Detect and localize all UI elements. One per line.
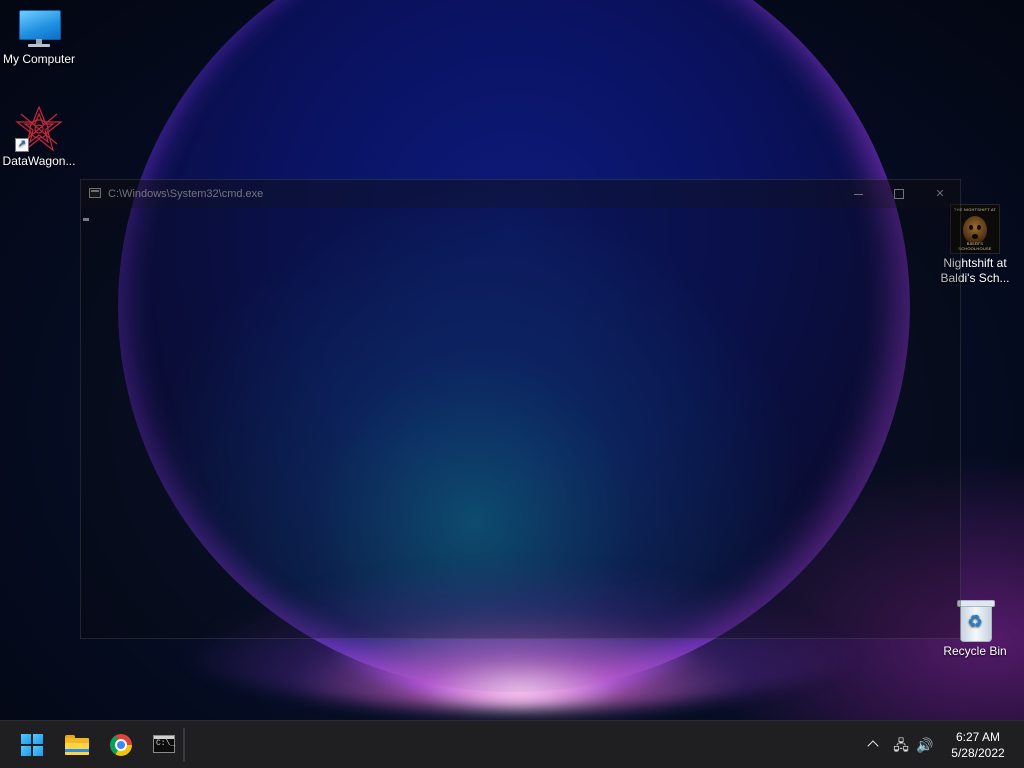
desktop-icon-label: Recycle Bin [943, 644, 1007, 658]
show-hidden-icons-button[interactable] [864, 733, 882, 757]
cmd-console-area[interactable] [81, 208, 960, 638]
clock-time: 6:27 AM [955, 730, 1001, 744]
shortcut-arrow-icon: ↗ [15, 138, 29, 152]
close-icon: ✕ [935, 188, 945, 200]
cmd-app-icon [89, 188, 101, 198]
network-button[interactable]: 🖧 [890, 733, 912, 757]
chevron-up-icon [867, 740, 879, 752]
close-button[interactable]: ✕ [920, 180, 960, 208]
desktop-icon-datawagon[interactable]: ↗ DataWagon... [0, 106, 78, 169]
cmd-window-title: C:\Windows\System32\cmd.exe [108, 188, 264, 200]
monitor-icon [17, 10, 61, 50]
minimize-icon [853, 193, 863, 195]
maximize-button[interactable] [879, 180, 919, 208]
taskbar-chrome[interactable] [101, 725, 141, 765]
desktop-icon-label: My Computer [2, 52, 76, 66]
taskbar-file-explorer[interactable] [57, 725, 97, 765]
desktop-icon-label: DataWagon... [2, 154, 76, 168]
cmd-titlebar[interactable]: C:\Windows\System32\cmd.exe ✕ [81, 180, 960, 208]
folder-icon [65, 735, 89, 755]
taskbar-command-prompt[interactable]: C:\_ [144, 725, 184, 765]
terminal-icon: C:\_ [153, 735, 175, 753]
maximize-icon [894, 189, 904, 200]
text-cursor [83, 218, 89, 221]
taskbar-clock[interactable]: 6:27 AM 5/28/2022 [940, 729, 1016, 761]
desktop-icon-my-computer[interactable]: My Computer [0, 10, 78, 67]
clock-date: 5/28/2022 [951, 746, 1005, 760]
network-icon: 🖧 [893, 737, 909, 753]
recycle-bin-icon: ♻ [957, 598, 995, 642]
cmd-window[interactable]: C:\Windows\System32\cmd.exe ✕ [80, 179, 961, 639]
start-button[interactable] [12, 725, 52, 765]
datawagon-icon: ↗ [15, 106, 63, 152]
chrome-icon [110, 734, 132, 756]
minimize-button[interactable] [838, 180, 878, 208]
taskbar: C:\_ 🖧 🔊 6:27 AM 5/28/2022 [0, 720, 1024, 768]
speaker-icon: 🔊 [916, 737, 934, 753]
volume-button[interactable]: 🔊 [914, 733, 936, 757]
terminal-prompt-text: C:\_ [156, 739, 176, 748]
windows-logo-icon [21, 734, 43, 756]
taskbar-separator [183, 728, 185, 762]
